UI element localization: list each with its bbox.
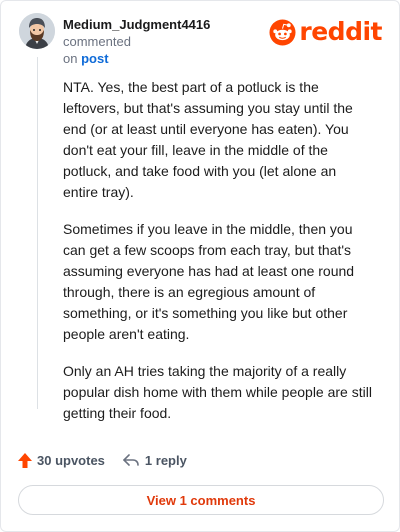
reply-arrow-icon	[123, 454, 139, 466]
post-link[interactable]: post	[81, 51, 108, 66]
reddit-logo: reddit	[269, 18, 382, 46]
comment-paragraph: Sometimes if you leave in the middle, th…	[63, 221, 355, 342]
upvotes-count: 30 upvotes	[37, 452, 105, 468]
replies-count: 1 reply	[144, 452, 187, 468]
reddit-snoo-icon	[269, 18, 296, 46]
comment-card: Medium_Judgment4416 commented on post re…	[0, 0, 400, 532]
comment-actions: 30 upvotes 1 reply	[17, 450, 187, 470]
reply-button[interactable]: 1 reply	[122, 452, 187, 468]
comment-paragraph: NTA. Yes, the best part of a potluck is …	[63, 79, 353, 200]
upvote-button[interactable]: 30 upvotes	[17, 452, 105, 469]
comment-body: NTA. Yes, the best part of a potluck is …	[63, 77, 373, 440]
upvote-arrow-icon	[18, 452, 32, 468]
action-text: commented	[63, 34, 131, 49]
comment-header: Medium_Judgment4416 commented on post	[63, 16, 281, 67]
reddit-wordmark: reddit	[299, 17, 382, 46]
username[interactable]: Medium_Judgment4416	[63, 17, 210, 32]
thread-line[interactable]	[37, 57, 38, 409]
avatar[interactable]	[19, 13, 55, 49]
comment-paragraph: Only an AH tries taking the majority of …	[63, 363, 372, 421]
avatar-icon	[19, 13, 55, 49]
view-comments-button[interactable]: View 1 comments	[18, 485, 384, 515]
on-text: on	[63, 51, 78, 66]
